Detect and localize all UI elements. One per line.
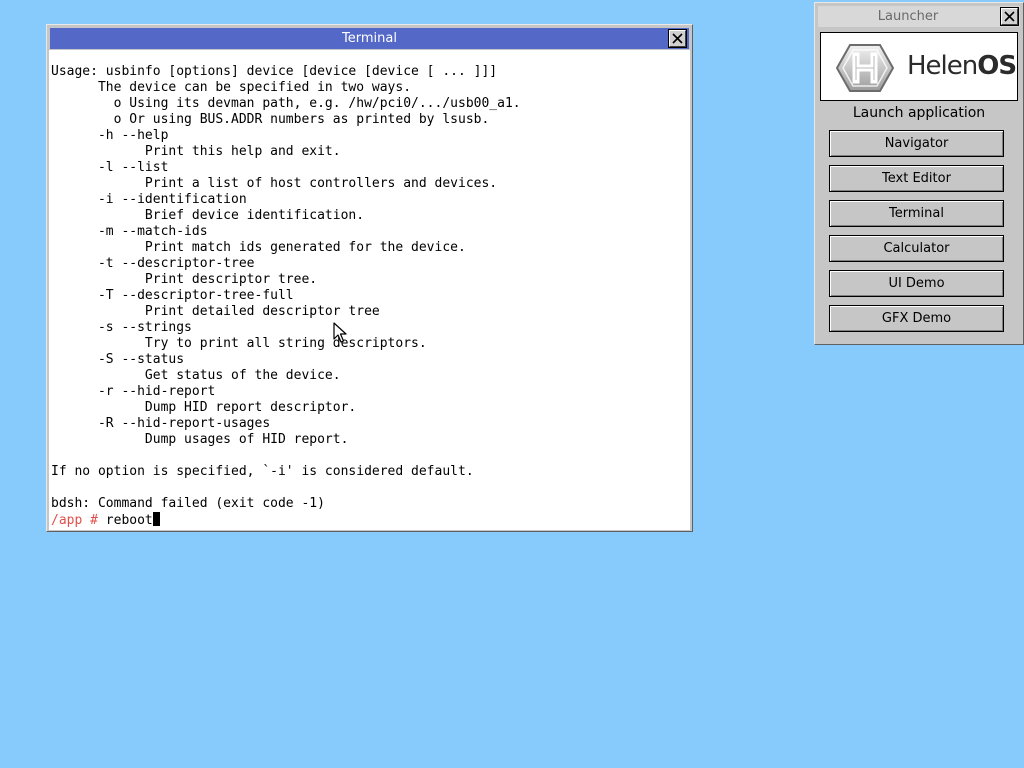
terminal-output-text: Usage: usbinfo [options] device [device … xyxy=(51,64,521,511)
helenos-wordmark: HelenOS xyxy=(907,50,1017,82)
text-editor-button[interactable]: Text Editor xyxy=(829,165,1004,192)
prompt-input-text[interactable]: reboot xyxy=(106,513,153,528)
gfx-demo-button[interactable]: GFX Demo xyxy=(829,305,1004,332)
terminal-close-button[interactable] xyxy=(668,29,687,48)
terminal-output-area[interactable]: Usage: usbinfo [options] device [device … xyxy=(49,50,690,530)
launch-application-heading: Launch application xyxy=(852,105,986,121)
launcher-close-button[interactable] xyxy=(1000,7,1019,26)
logo-text: Helen xyxy=(907,51,978,81)
terminal-window[interactable]: Terminal Usage: usbinfo [options] device… xyxy=(46,24,693,532)
terminal-title: Terminal xyxy=(342,31,397,46)
terminal-button[interactable]: Terminal xyxy=(829,200,1004,227)
logo-text-bold: OS xyxy=(977,51,1017,81)
terminal-titlebar[interactable]: Terminal xyxy=(50,28,689,49)
calculator-button[interactable]: Calculator xyxy=(829,235,1004,262)
launcher-titlebar[interactable]: Launcher xyxy=(818,6,1020,27)
terminal-prompt-line[interactable]: /app # reboot xyxy=(49,512,690,529)
ui-demo-button[interactable]: UI Demo xyxy=(829,270,1004,297)
helenos-logo-icon xyxy=(835,44,895,92)
helenos-logo: HelenOS xyxy=(820,32,1018,101)
close-icon xyxy=(1004,11,1015,22)
launcher-title: Launcher xyxy=(877,9,939,24)
launcher-window[interactable]: Launcher HelenOS Launch application Navi… xyxy=(814,2,1024,345)
prompt-path: /app # xyxy=(51,513,106,528)
mouse-pointer-icon xyxy=(333,322,347,343)
close-icon xyxy=(672,33,683,44)
text-cursor xyxy=(152,512,160,526)
navigator-button[interactable]: Navigator xyxy=(829,130,1004,157)
